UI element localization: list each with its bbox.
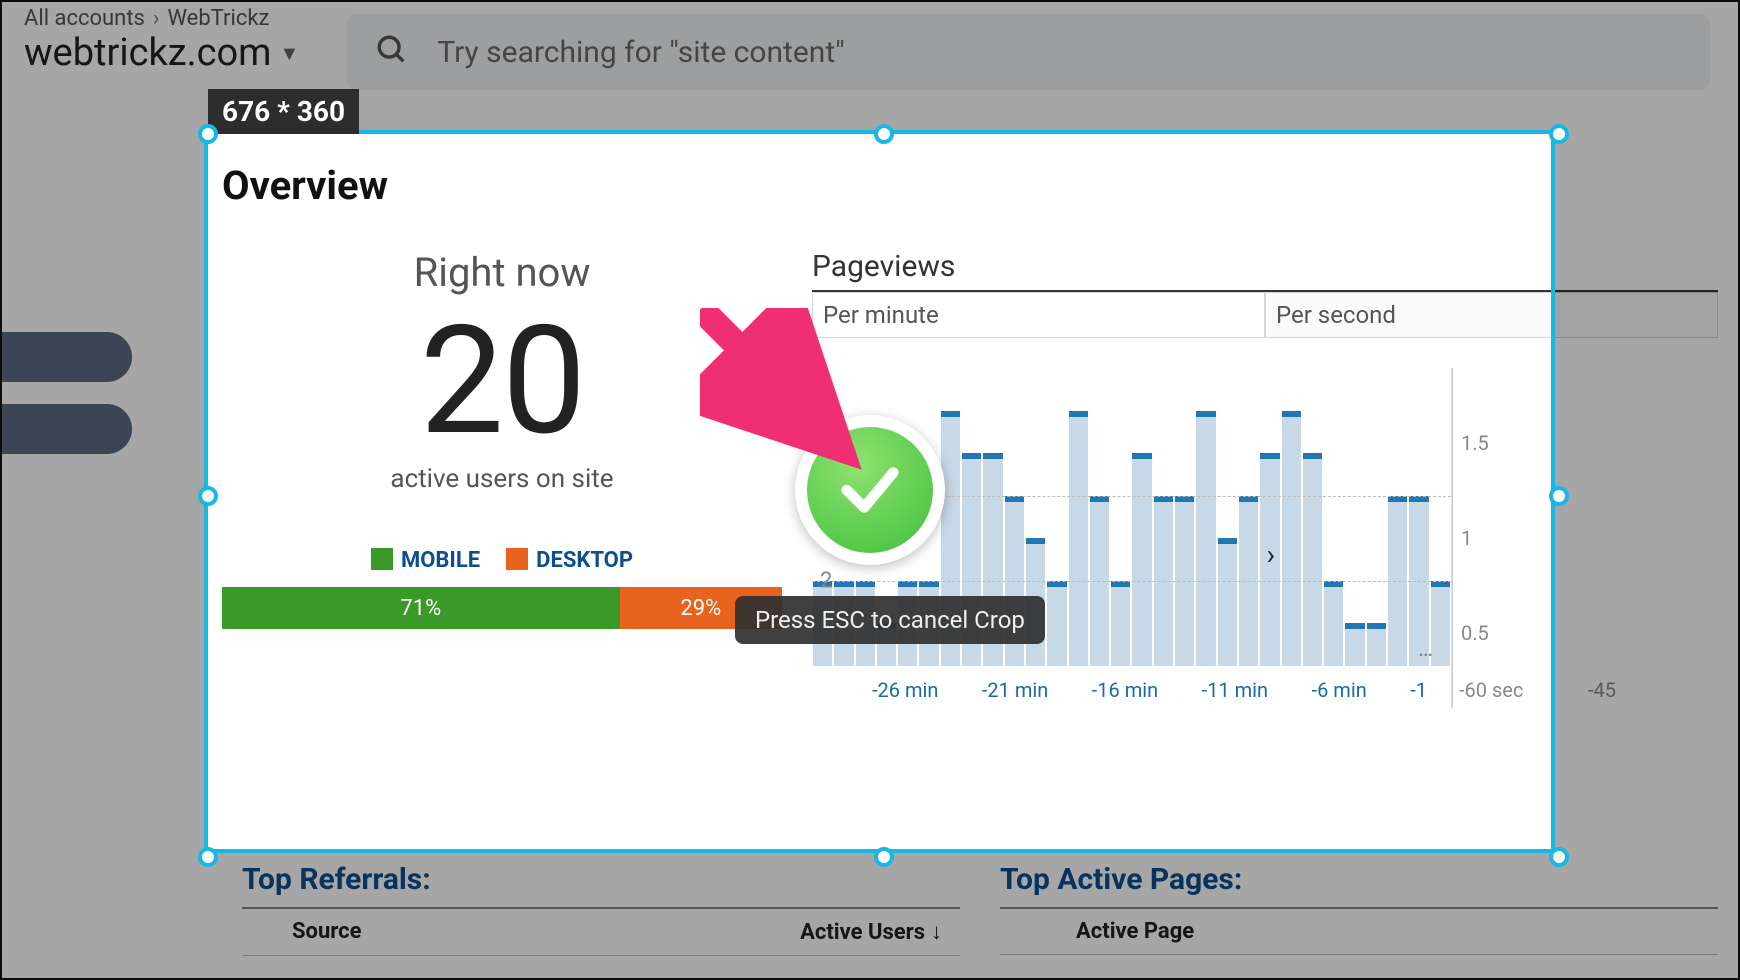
sidebar bbox=[2, 332, 132, 454]
col-source[interactable]: Source bbox=[292, 919, 800, 945]
crop-handle[interactable] bbox=[874, 847, 894, 867]
legend-desktop: DESKTOP bbox=[506, 548, 633, 573]
bar bbox=[1367, 623, 1386, 666]
card-title: Overview bbox=[222, 162, 1718, 209]
header: All accounts › WebTrickz webtrickz.com ▼… bbox=[2, 2, 1738, 90]
mobile-segment: 71% bbox=[222, 587, 620, 629]
sidebar-item[interactable] bbox=[2, 404, 132, 454]
col-active-page[interactable]: Active Page bbox=[1076, 919, 1194, 944]
bar bbox=[1324, 581, 1343, 666]
bar bbox=[1431, 581, 1450, 666]
crop-handle[interactable] bbox=[1549, 847, 1569, 867]
crop-tooltip: Press ESC to cancel Crop bbox=[735, 596, 1045, 644]
breadcrumb-root: All accounts bbox=[24, 6, 145, 31]
top-referrals-table: Top Referrals: Source Active Users ↓ bbox=[242, 862, 960, 956]
sidebar-item[interactable] bbox=[2, 332, 132, 382]
breadcrumb-item: WebTrickz bbox=[168, 6, 270, 31]
x-axis-labels: -26 min-21 min-16 min-11 min-6 min-1 bbox=[812, 678, 1451, 702]
square-icon bbox=[506, 548, 528, 570]
bar bbox=[1345, 623, 1364, 666]
crop-handle[interactable] bbox=[874, 124, 894, 144]
more-icon[interactable]: … bbox=[1418, 637, 1433, 662]
bar bbox=[1303, 453, 1322, 666]
bar bbox=[1196, 411, 1215, 666]
chevron-right-icon: › bbox=[153, 6, 160, 31]
pageviews-tabs: Per minute Per second bbox=[812, 292, 1718, 338]
col-active-users[interactable]: Active Users ↓ bbox=[800, 919, 942, 945]
table-header: Active Page bbox=[1000, 907, 1718, 955]
bar bbox=[1132, 453, 1151, 666]
sort-desc-icon: ↓ bbox=[931, 919, 942, 945]
bar bbox=[1111, 581, 1130, 666]
bar bbox=[1047, 581, 1066, 666]
tables-row: Top Referrals: Source Active Users ↓ Top… bbox=[242, 862, 1718, 956]
search-placeholder: Try searching for "site content" bbox=[437, 35, 844, 70]
bar bbox=[1218, 538, 1237, 666]
active-users-label: active users on site bbox=[222, 464, 782, 494]
bar bbox=[1069, 411, 1088, 666]
device-legend: MOBILE DESKTOP bbox=[222, 548, 782, 573]
chevron-right-icon[interactable]: › bbox=[1267, 538, 1275, 571]
breadcrumb[interactable]: All accounts › WebTrickz bbox=[24, 6, 299, 31]
account-switcher[interactable]: All accounts › WebTrickz webtrickz.com ▼ bbox=[24, 6, 299, 75]
crop-handle[interactable] bbox=[198, 124, 218, 144]
annotation-arrow-icon bbox=[700, 308, 870, 478]
search-icon bbox=[375, 33, 409, 71]
property-name: webtrickz.com bbox=[24, 31, 272, 75]
per-second-axis: -60 sec-45 1.510.5 bbox=[1452, 368, 1622, 708]
crop-handle[interactable] bbox=[1549, 486, 1569, 506]
table-title: Top Active Pages: bbox=[1000, 862, 1718, 897]
crop-handle[interactable] bbox=[198, 486, 218, 506]
bar bbox=[1282, 411, 1301, 666]
caret-down-icon: ▼ bbox=[280, 41, 300, 66]
device-split-bar: 71% 29% bbox=[222, 587, 782, 629]
legend-mobile: MOBILE bbox=[371, 548, 480, 573]
table-title: Top Referrals: bbox=[242, 862, 960, 897]
tab-per-second[interactable]: Per second bbox=[1265, 292, 1718, 338]
crop-handle[interactable] bbox=[198, 847, 218, 867]
tab-per-minute[interactable]: Per minute bbox=[812, 292, 1265, 338]
right-now-label: Right now bbox=[222, 249, 782, 296]
crop-handle[interactable] bbox=[1549, 124, 1569, 144]
table-header: Source Active Users ↓ bbox=[242, 907, 960, 956]
top-active-pages-table: Top Active Pages: Active Page bbox=[1000, 862, 1718, 956]
pageviews-title: Pageviews bbox=[812, 249, 1718, 284]
search-input[interactable]: Try searching for "site content" bbox=[347, 14, 1710, 90]
property-dropdown[interactable]: webtrickz.com ▼ bbox=[24, 31, 299, 75]
square-icon bbox=[371, 548, 393, 570]
active-users-block: Right now 20 active users on site MOBILE… bbox=[222, 249, 782, 708]
active-users-count: 20 bbox=[222, 306, 782, 456]
